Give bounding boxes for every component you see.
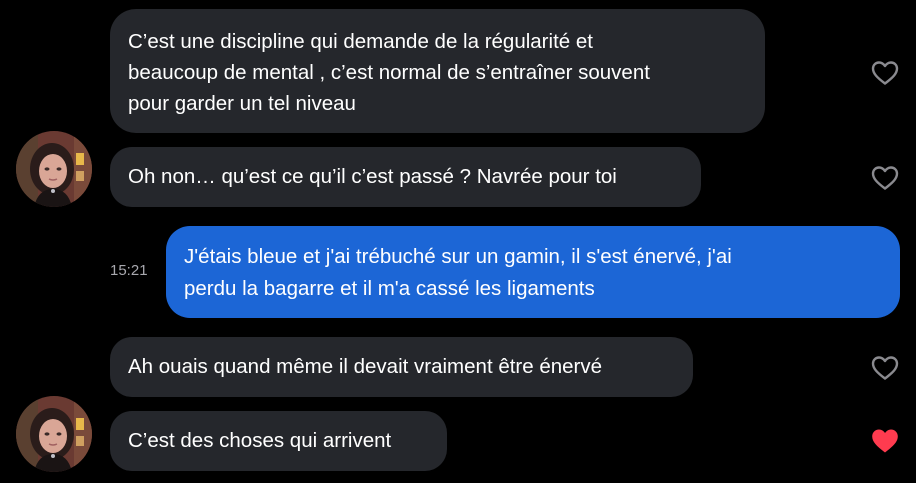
avatar[interactable] [16,396,92,472]
message-text-line: beaucoup de mental , c’est normal de s’e… [128,61,650,84]
like-button[interactable] [871,165,899,191]
avatar-image [16,131,92,207]
message-text-line: C’est des choses qui arrivent [128,429,392,452]
heart-filled-icon [872,429,898,453]
heart-outline-icon [871,166,899,190]
avatar[interactable] [16,131,92,207]
like-button-active[interactable] [871,428,899,454]
message-text-line: perdu la bagarre et il m'a cassé les lig… [184,277,595,300]
message-thread: C’est une discipline qui demande de la r… [0,0,916,483]
message-bubble-received[interactable]: C’est une discipline qui demande de la r… [110,9,765,133]
like-button[interactable] [871,355,899,381]
message-bubble-received[interactable]: Ah ouais quand même il devait vraiment ê… [110,337,693,397]
message-bubble-received[interactable]: C’est des choses qui arrivent [110,411,447,471]
heart-outline-icon [871,61,899,85]
message-timestamp: 15:21 [110,262,148,279]
message-bubble-received[interactable]: Oh non… qu’est ce qu’il c’est passé ? Na… [110,147,701,207]
heart-outline-icon [871,356,899,380]
message-text-line: pour garder un tel niveau [128,92,356,115]
message-bubble-sent[interactable]: J'étais bleue et j'ai trébuché sur un ga… [166,226,900,318]
avatar-image [16,396,92,472]
message-text-line: C’est une discipline qui demande de la r… [128,30,593,53]
message-text-line: Ah ouais quand même il devait vraiment ê… [128,355,603,378]
message-text-line: Oh non… qu’est ce qu’il c’est passé ? Na… [128,165,617,188]
message-text-line: J'étais bleue et j'ai trébuché sur un ga… [184,245,732,268]
like-button[interactable] [871,60,899,86]
